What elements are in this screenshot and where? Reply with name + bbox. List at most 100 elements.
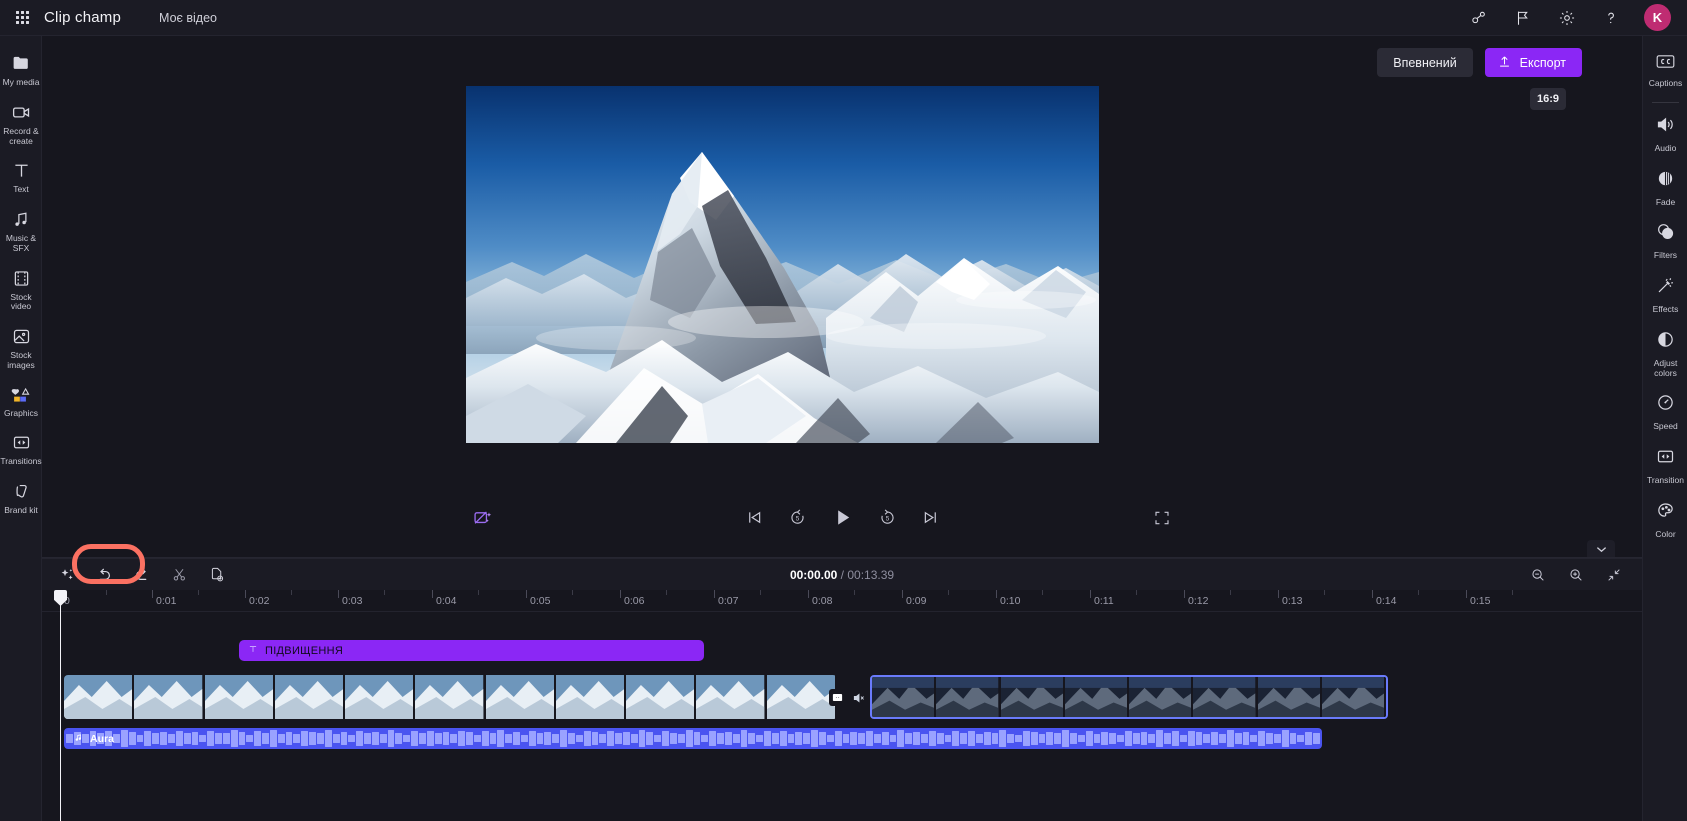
text-clip[interactable]: ПІДВИЩЕННЯ [239,640,704,661]
play-icon[interactable] [831,506,854,529]
thumbnail-frame [936,677,1001,717]
redo-icon[interactable] [133,566,151,584]
sidebar-item-music-sfx[interactable]: Music & SFX [0,202,42,261]
thumbnail-frame [345,675,416,719]
time-separator: / [840,567,844,582]
mountain-scene [466,86,1099,443]
avatar[interactable]: K [1644,4,1671,31]
panel-item-transition[interactable]: Transition [1643,439,1687,493]
export-button-label: Експорт [1519,55,1566,70]
scissors-icon[interactable] [171,566,188,583]
panel-item-filters[interactable]: Filters [1643,214,1687,268]
duplicate-icon[interactable] [208,566,225,583]
undo-icon[interactable] [95,566,113,584]
sidebar-item-my-media[interactable]: My media [0,46,42,95]
panel-item-fade[interactable]: Fade [1643,161,1687,215]
sidebar-item-stock-images[interactable]: Stock images [0,319,42,378]
thumbnail-frame [274,675,346,719]
skip-forward-icon[interactable] [921,508,940,527]
fade-icon [1655,168,1676,194]
panel-item-captions[interactable]: Captions [1643,46,1687,96]
sidebar-item-graphics[interactable]: Graphics [0,378,42,426]
panel-item-label: Transition [1646,475,1684,486]
speedometer-icon [1655,392,1676,418]
thumbnail-frame [1064,677,1129,717]
speaker-mute-badge[interactable] [851,690,867,706]
thumbnail-frame [1257,677,1322,717]
transport-controls: 5 5 [42,506,1642,529]
panel-item-speed[interactable]: Speed [1643,385,1687,439]
video-preview[interactable] [466,86,1099,443]
thumbnail-frame [1193,677,1258,717]
panel-item-label: Color [1655,528,1676,539]
panel-item-label: Audio [1654,142,1677,153]
sidebar-item-label: Transitions [0,456,42,467]
video-canvas [466,86,1099,443]
sparkle-icon[interactable] [59,567,75,583]
track-audio[interactable]: Aura [42,728,1642,752]
timeline-ruler[interactable]: 0 0:01 0:02 0:03 0:04 0:05 0:06 0:07 0:0… [42,590,1642,612]
audio-clip[interactable]: Aura [64,728,1322,749]
total-time: 00:13.39 [847,567,895,582]
export-button[interactable]: Експорт [1484,48,1582,77]
help-icon[interactable] [1600,7,1622,29]
thumbnail-frame [696,675,767,719]
skip-back-icon[interactable] [745,508,764,527]
sidebar-item-text[interactable]: Text [0,153,42,202]
panel-item-color[interactable]: Color [1643,493,1687,547]
thumbnail-frame [1129,677,1194,717]
collapse-preview-chevron[interactable] [1587,540,1615,558]
thumbnail-frame [555,675,627,719]
thumbnail-frame [204,675,275,719]
sidebar-item-brand-kit[interactable]: Brand kit [0,474,42,523]
panel-item-audio[interactable]: Audio [1643,107,1687,161]
brandkit-icon [11,481,32,502]
thumbnail-frame [1321,677,1386,717]
image-icon [11,326,32,347]
panel-item-adjust-colors[interactable]: Adjust colors [1643,322,1687,386]
svg-text:5: 5 [885,516,889,523]
zoom-in-icon[interactable] [1568,567,1584,583]
rewind-5-icon[interactable]: 5 [788,508,807,527]
video-clip-right-selected[interactable] [870,675,1388,719]
gear-icon[interactable] [1556,7,1578,29]
filters-icon [1655,221,1676,247]
palette-icon [1655,500,1676,526]
camera-icon [11,102,32,123]
music-note-icon [73,732,84,746]
filmstrip [64,675,837,719]
video-clip-left[interactable] [64,675,837,719]
timeline[interactable]: 0 0:01 0:02 0:03 0:04 0:05 0:06 0:07 0:0… [42,590,1642,821]
sidebar-item-record-create[interactable]: Record & create [0,95,42,154]
thumbnail-frame [872,677,937,717]
sidebar-item-stock-video[interactable]: Stock video [0,261,42,320]
fit-icon[interactable] [1606,567,1622,583]
folder-icon [11,53,32,74]
zoom-out-icon[interactable] [1530,567,1546,583]
filmstrip [872,677,1386,717]
audio-waveform [64,728,1322,749]
music-icon [11,209,32,230]
sidebar-item-transitions[interactable]: Transitions [0,425,42,474]
project-name[interactable]: Моє відео [159,11,217,25]
playhead[interactable] [54,590,67,821]
track-video[interactable] [42,675,1642,721]
panel-item-label: Captions [1648,78,1683,88]
sidebar-item-label: Stock images [7,350,35,370]
text-t-icon [248,644,258,657]
timeline-toolbar: 00:00.00 / 00:13.39 [42,558,1642,590]
track-text[interactable]: ПІДВИЩЕННЯ [42,640,1642,664]
waffle-icon[interactable] [0,11,44,24]
aspect-ratio-badge[interactable]: 16:9 [1529,88,1566,110]
panel-item-effects[interactable]: Effects [1643,268,1687,322]
right-sidebar: Captions Audio Fade Filters Effects Adju… [1642,36,1687,821]
share-people-icon[interactable] [1468,7,1490,29]
panel-item-label: Adjust colors [1653,357,1678,378]
transition-badge[interactable] [829,689,846,706]
thumbnail-frame [415,675,486,719]
forward-5-icon[interactable]: 5 [878,508,897,527]
flag-icon[interactable] [1512,7,1534,29]
confident-button[interactable]: Впевнений [1377,48,1473,77]
fullscreen-icon[interactable] [1153,509,1171,532]
timeline-tools [42,566,225,584]
